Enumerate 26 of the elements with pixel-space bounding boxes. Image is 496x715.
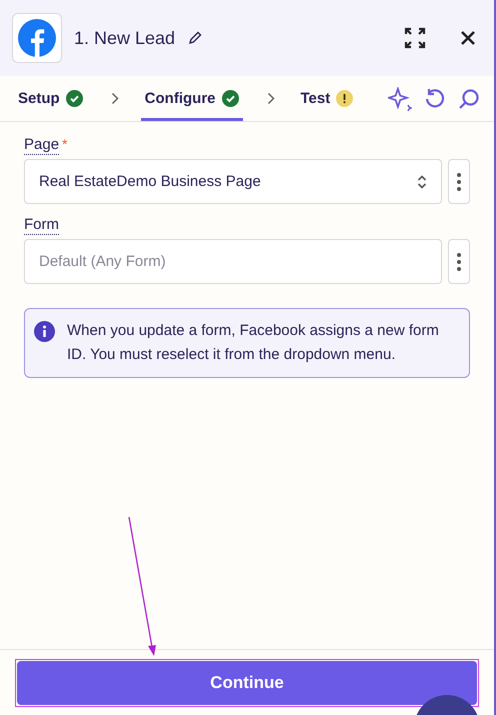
more-button[interactable] [448,239,470,284]
page-select[interactable]: Real EstateDemo Business Page [24,159,442,204]
updown-caret-icon [417,174,427,190]
search-icon[interactable] [458,88,480,110]
expand-icon[interactable] [404,27,426,49]
field-label: Page [24,136,60,155]
required-asterisk: * [62,136,68,152]
info-text: When you update a form, Facebook assigns a new form ID. You must reselect it from the dropdown menu. [67,321,440,365]
edit-pencil-icon[interactable] [187,30,204,46]
step-tab[interactable]: Test [296,79,358,121]
continue-button[interactable]: Continue [17,661,477,705]
more-icon [457,172,461,190]
facebook-logo [12,13,62,63]
sparkle-icon[interactable] [388,86,412,110]
more-button[interactable] [448,159,470,204]
chevron-icon [266,92,274,105]
info-icon [34,321,55,342]
close-icon[interactable] [460,30,476,46]
step-tab[interactable]: Configure [140,79,242,121]
step-tab[interactable]: Setup [14,79,87,121]
more-icon [457,252,461,270]
field-label: Form [24,216,59,235]
chevron-icon [110,92,119,105]
form-field[interactable]: Default (Any Form) [24,239,442,284]
step-title: 1. New Lead [74,28,176,48]
undo-icon[interactable] [424,88,446,110]
